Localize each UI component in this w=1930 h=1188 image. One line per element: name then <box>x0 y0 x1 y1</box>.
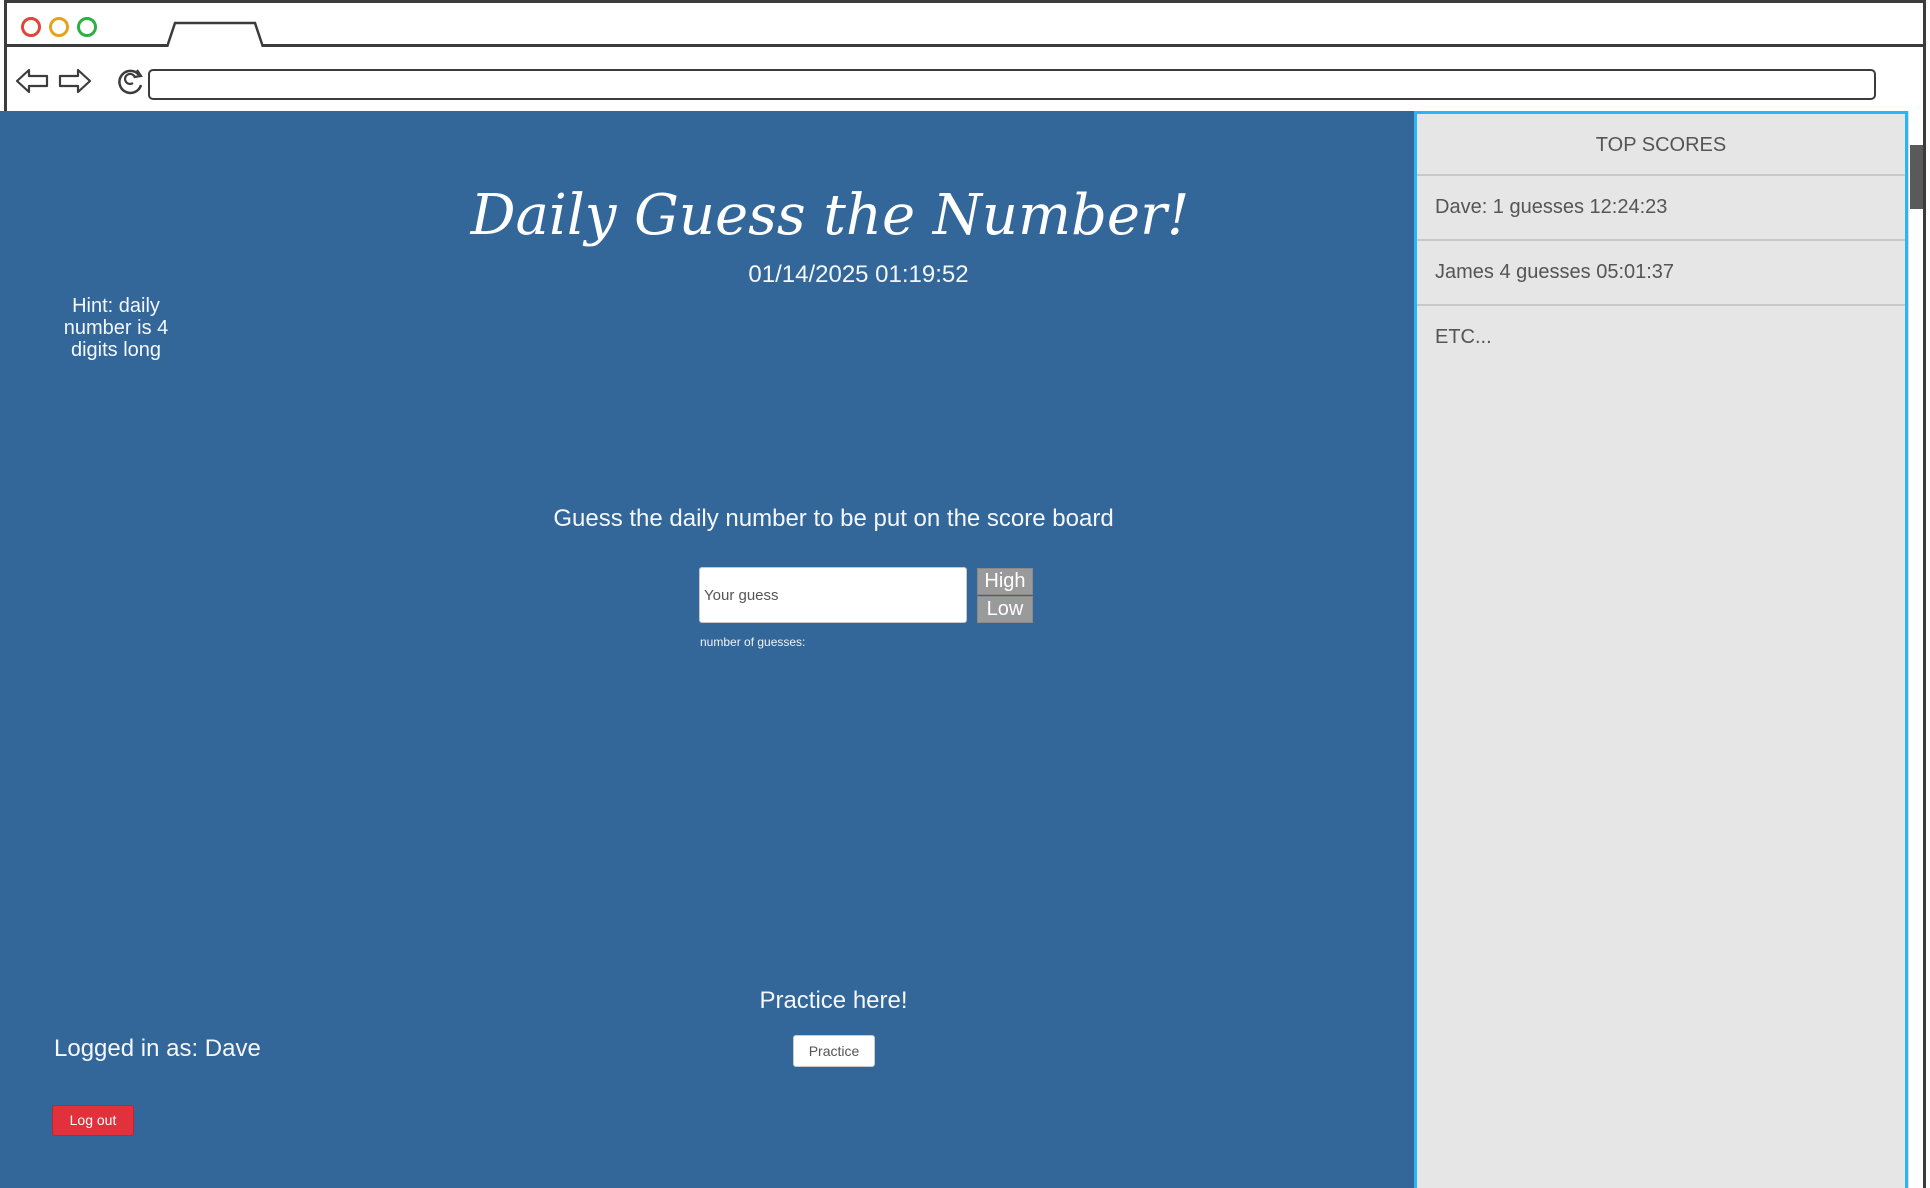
scrollbar-thumb[interactable] <box>1910 145 1923 209</box>
minimize-window-icon[interactable] <box>49 17 69 37</box>
guess-count-label: number of guesses: <box>700 635 806 649</box>
high-button[interactable]: High <box>977 568 1033 595</box>
maximize-window-icon[interactable] <box>77 17 97 37</box>
page-title: Daily Guess the Number! <box>470 183 1190 248</box>
score-entry: James 4 guesses 05:01:37 <box>1417 241 1905 306</box>
back-arrow-icon[interactable] <box>15 67 49 95</box>
address-bar[interactable] <box>148 69 1876 100</box>
browser-tab[interactable] <box>167 21 265 47</box>
top-scores-panel: TOP SCORES Dave: 1 guesses 12:24:23 Jame… <box>1414 111 1908 1188</box>
logout-button[interactable]: Log out <box>52 1105 134 1136</box>
score-entry: Dave: 1 guesses 12:24:23 <box>1417 176 1905 241</box>
score-entry: ETC... <box>1435 326 1492 348</box>
reload-icon[interactable] <box>115 67 145 97</box>
navigation-bar <box>7 47 1923 114</box>
top-scores-title: TOP SCORES <box>1417 114 1905 176</box>
low-button[interactable]: Low <box>977 596 1033 623</box>
game-panel: Daily Guess the Number! 01/14/2025 01:19… <box>0 111 1414 1188</box>
logged-in-user: Logged in as: Dave <box>54 1035 261 1062</box>
practice-button[interactable]: Practice <box>793 1035 875 1067</box>
forward-arrow-icon[interactable] <box>58 67 92 95</box>
scrollbar[interactable] <box>1908 111 1923 1188</box>
guess-input[interactable] <box>699 567 967 623</box>
close-window-icon[interactable] <box>21 17 41 37</box>
title-bar <box>7 3 1923 47</box>
hint-text: Hint: daily number is 4 digits long <box>63 295 169 361</box>
